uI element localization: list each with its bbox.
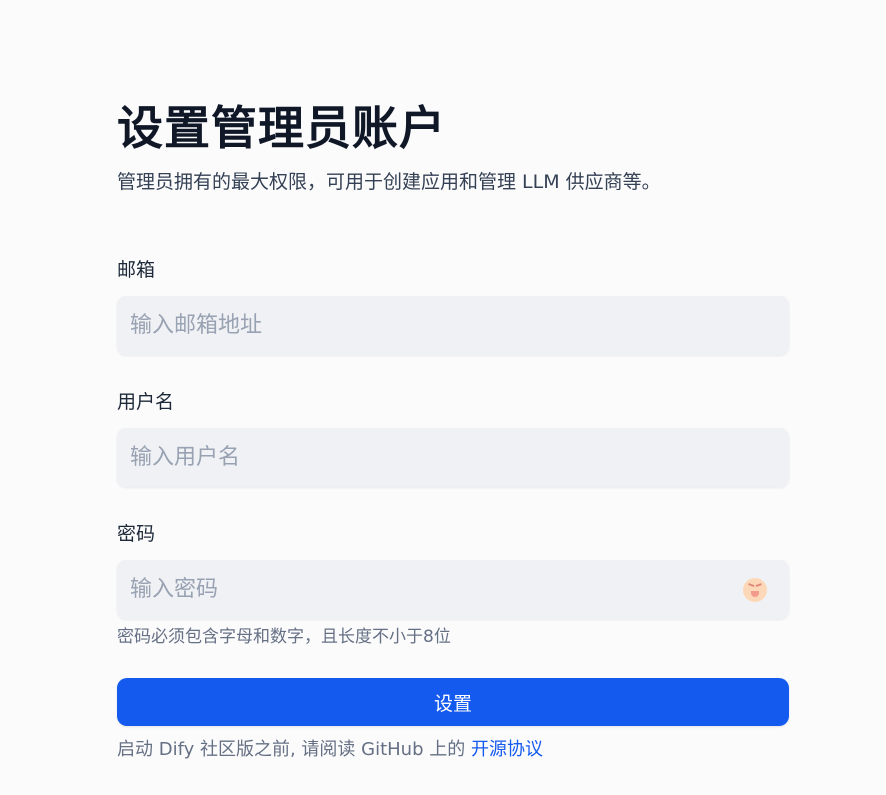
page-title: 设置管理员账户: [117, 101, 446, 155]
username-input-wrapper: [117, 428, 789, 487]
email-input-wrapper: [117, 296, 789, 355]
password-hint: 密码必须包含字母和数字，且长度不小于8位: [117, 627, 451, 647]
password-input[interactable]: [117, 560, 789, 619]
page-subtitle: 管理员拥有的最大权限，可用于创建应用和管理 LLM 供应商等。: [117, 171, 661, 193]
password-input-wrapper: [117, 560, 789, 619]
setup-submit-button[interactable]: 设置: [117, 678, 789, 726]
license-notice: 启动 Dify 社区版之前, 请阅读 GitHub 上的 开源协议: [117, 737, 789, 763]
email-input[interactable]: [117, 296, 789, 355]
username-label: 用户名: [117, 391, 175, 413]
username-input[interactable]: [117, 428, 789, 487]
license-notice-text: 启动 Dify 社区版之前, 请阅读 GitHub 上的: [117, 739, 471, 760]
email-label: 邮箱: [117, 259, 156, 281]
password-label: 密码: [117, 523, 156, 545]
show-password-toggle-icon[interactable]: [743, 578, 767, 602]
setup-form-container: 设置管理员账户 管理员拥有的最大权限，可用于创建应用和管理 LLM 供应商等。 …: [117, 96, 789, 763]
open-source-license-link[interactable]: 开源协议: [471, 739, 543, 760]
